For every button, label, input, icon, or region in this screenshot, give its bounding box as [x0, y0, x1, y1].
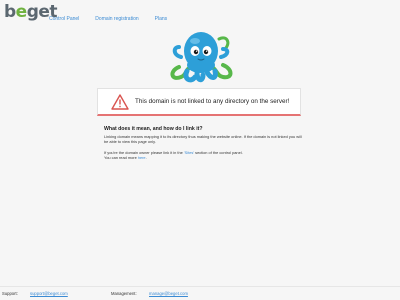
- nav-domain-registration[interactable]: Domain registration: [95, 16, 138, 22]
- info-section: What does it mean, and how do I link it?…: [104, 126, 304, 160]
- nav-plans[interactable]: Plans: [155, 16, 168, 22]
- octopus-mascot-icon: [170, 32, 233, 83]
- support-email-link[interactable]: support@beget.com: [30, 291, 68, 296]
- nav-control-panel[interactable]: Control Panel: [49, 16, 79, 22]
- info-paragraph-linking: Linking domain means mapping it to its d…: [104, 134, 302, 145]
- footer: Support: support@beget.com Management: m…: [0, 286, 400, 300]
- sites-section-link[interactable]: 'Sites': [184, 150, 194, 155]
- info-heading: What does it mean, and how do I link it?: [104, 126, 203, 132]
- management-label: Management:: [111, 291, 137, 296]
- header: beget Control Panel Domain registration …: [0, 0, 400, 26]
- support-label: Support:: [2, 291, 18, 296]
- read-more-link[interactable]: here: [138, 155, 146, 160]
- info-paragraph-read-more: You can read more here.: [104, 154, 147, 160]
- warning-icon: [111, 93, 129, 110]
- top-nav: Control Panel Domain registration Plans: [49, 16, 183, 22]
- alert-message: This domain is not linked to any directo…: [135, 98, 290, 105]
- domain-not-linked-alert: This domain is not linked to any directo…: [97, 88, 301, 116]
- management-email-link[interactable]: manage@beget.com: [149, 291, 188, 296]
